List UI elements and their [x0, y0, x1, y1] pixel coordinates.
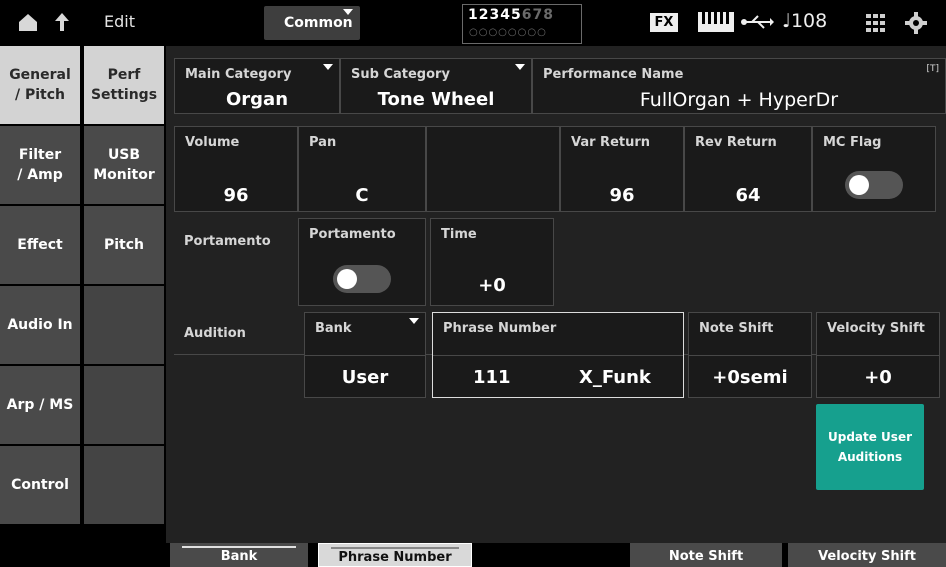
bottom-velocity-shift-button[interactable]: Velocity Shift	[788, 543, 946, 567]
pan-field[interactable]: Pan C	[298, 126, 426, 212]
dropdown-triangle-icon	[515, 64, 525, 70]
common-tab-label: Common	[284, 15, 353, 31]
part-dots: ○○○○○○○○	[469, 27, 547, 38]
bottom-bar: Bank Phrase Number Note Shift Velocity S…	[166, 543, 946, 567]
portamento-row-label: Portamento	[184, 234, 271, 249]
dropdown-triangle-icon	[409, 318, 419, 324]
main-category-field[interactable]: Main Category Organ	[174, 58, 340, 114]
note-shift-field[interactable]: Note Shift +0semi	[688, 312, 812, 398]
indicator-line	[182, 546, 296, 548]
dropdown-triangle-icon	[343, 9, 353, 15]
nav-effect[interactable]: Effect	[0, 206, 80, 286]
bottom-velocity-shift-label: Velocity Shift	[818, 549, 916, 564]
empty-cell	[426, 126, 560, 212]
mc-flag-field[interactable]: MC Flag	[812, 126, 936, 212]
usb-icon	[740, 13, 774, 35]
inactive-parts: 678	[521, 7, 554, 23]
velocity-shift-label: Velocity Shift	[827, 321, 925, 336]
bank-label: Bank	[315, 321, 352, 336]
up-arrow-icon[interactable]	[50, 10, 74, 39]
var-return-value: 96	[609, 185, 635, 206]
sub-nav: Perf Settings USB Monitor Pitch	[84, 46, 164, 526]
performance-name-value: FullOrgan + HyperDr	[639, 89, 839, 111]
sub-category-field[interactable]: Sub Category Tone Wheel	[340, 58, 532, 114]
indicator-line	[331, 547, 459, 549]
sub-category-value: Tone Wheel	[377, 89, 495, 110]
rev-return-label: Rev Return	[695, 135, 777, 150]
top-bar: Edit Common 12345678 ○○○○○○○○ FX ♩108	[0, 0, 946, 46]
phrase-number-value: 111	[473, 367, 511, 388]
portamento-time-field[interactable]: Time +0	[430, 218, 554, 306]
velocity-shift-value: +0	[864, 367, 892, 388]
sub-category-label: Sub Category	[351, 67, 450, 82]
common-tab[interactable]: Common	[264, 6, 360, 40]
rev-return-field[interactable]: Rev Return 64	[684, 126, 812, 212]
subnav-empty	[84, 286, 164, 366]
phrase-number-label: Phrase Number	[443, 321, 557, 336]
pan-label: Pan	[309, 135, 337, 150]
phrase-number-field[interactable]: Phrase Number 111 X_Funk	[432, 312, 684, 398]
volume-label: Volume	[185, 135, 240, 150]
keyboard-icon	[698, 12, 734, 36]
active-parts: 12345	[468, 7, 522, 23]
var-return-field[interactable]: Var Return 96	[560, 126, 684, 212]
performance-name-label: Performance Name	[543, 67, 684, 82]
audition-row-label: Audition	[184, 326, 246, 341]
bottom-bank-label: Bank	[220, 549, 258, 564]
main-category-label: Main Category	[185, 67, 292, 82]
subnav-usb-monitor[interactable]: USB Monitor	[84, 126, 164, 206]
var-return-label: Var Return	[571, 135, 651, 150]
tempo-display[interactable]: ♩108	[782, 10, 827, 32]
bottom-bank-button[interactable]: Bank	[170, 543, 308, 567]
velocity-shift-field[interactable]: Velocity Shift +0	[816, 312, 940, 398]
bottom-phrase-number-button[interactable]: Phrase Number	[318, 543, 472, 567]
rev-return-value: 64	[735, 185, 761, 206]
nav-audio-in[interactable]: Audio In	[0, 286, 80, 366]
text-input-badge: [T]	[926, 64, 939, 74]
nav-filter-amp[interactable]: Filter / Amp	[0, 126, 80, 206]
nav-control[interactable]: Control	[0, 446, 80, 526]
mc-flag-toggle[interactable]	[845, 171, 903, 199]
note-shift-value: +0semi	[712, 367, 788, 388]
subnav-empty	[84, 366, 164, 446]
performance-name-field[interactable]: Performance Name [T] FullOrgan + HyperDr	[532, 58, 946, 114]
volume-field[interactable]: Volume 96	[174, 126, 298, 212]
update-user-auditions-button[interactable]: Update User Auditions	[816, 404, 924, 490]
gear-icon[interactable]	[904, 11, 928, 39]
nav-arp-ms[interactable]: Arp / MS	[0, 366, 80, 446]
subnav-perf-settings[interactable]: Perf Settings	[84, 46, 164, 126]
main-panel: Main Category Organ Sub Category Tone Wh…	[166, 46, 946, 543]
portamento-time-label: Time	[441, 227, 477, 242]
toggle-knob	[849, 175, 869, 195]
home-icon[interactable]	[16, 10, 40, 39]
phrase-name-value: X_Funk	[579, 367, 651, 388]
volume-value: 96	[223, 185, 249, 206]
bottom-phrase-number-label: Phrase Number	[338, 550, 452, 565]
portamento-toggle[interactable]	[333, 265, 391, 293]
portamento-switch-label: Portamento	[309, 227, 396, 242]
edit-label: Edit	[104, 12, 135, 31]
nav-general-pitch[interactable]: General / Pitch	[0, 46, 80, 126]
grid-menu-icon[interactable]	[866, 14, 886, 36]
pan-value: C	[355, 185, 369, 206]
bank-value: User	[341, 367, 389, 388]
fx-badge[interactable]: FX	[650, 13, 678, 32]
main-nav: General / Pitch Filter / Amp Effect Audi…	[0, 46, 80, 526]
subnav-empty	[84, 446, 164, 526]
dropdown-triangle-icon	[323, 64, 333, 70]
bottom-note-shift-label: Note Shift	[668, 549, 744, 564]
mc-flag-label: MC Flag	[823, 135, 882, 150]
main-category-value: Organ	[225, 89, 289, 110]
subnav-pitch[interactable]: Pitch	[84, 206, 164, 286]
portamento-switch-field[interactable]: Portamento	[298, 218, 426, 306]
bank-field[interactable]: Bank User	[304, 312, 426, 398]
part-indicator: 12345678 ○○○○○○○○	[462, 4, 582, 44]
bottom-note-shift-button[interactable]: Note Shift	[630, 543, 782, 567]
note-shift-label: Note Shift	[699, 321, 774, 336]
toggle-knob	[337, 269, 357, 289]
portamento-time-value: +0	[478, 275, 506, 296]
